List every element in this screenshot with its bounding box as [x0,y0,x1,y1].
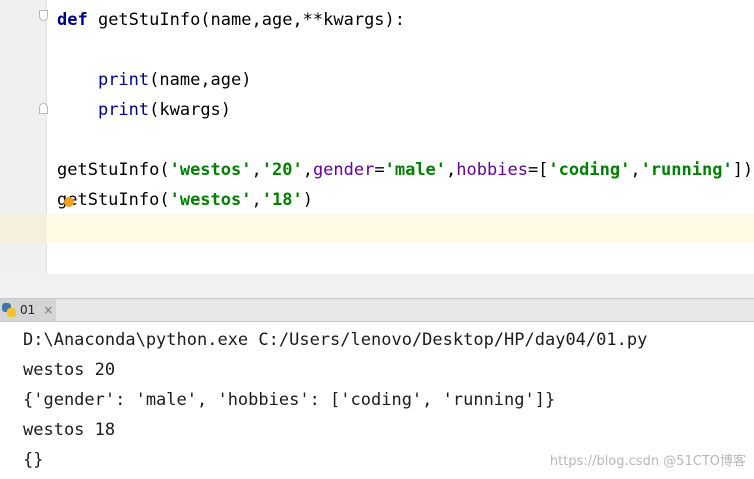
code-token-param: hobbies [456,160,528,180]
watermark: https://blog.csdn @51CTO博客 [549,454,746,469]
intention-bulb-icon[interactable] [64,197,74,207]
code-line[interactable]: print(kwargs) [57,100,231,120]
fold-end-icon[interactable] [39,103,48,114]
code-token-kw: def [57,10,88,30]
run-tab-01[interactable]: 01 × [0,299,56,321]
code-token-plain: , [302,160,313,180]
code-token-plain: = [374,160,385,180]
code-token-str: 'running' [640,160,733,180]
panel-separator [0,274,754,298]
code-token-plain: , [446,160,457,180]
code-line[interactable]: print(name,age) [57,70,252,90]
code-line[interactable]: getStuInfo('westos','18') [57,190,313,210]
close-icon[interactable]: × [43,303,53,317]
code-token-builtin: print [97,70,150,90]
code-token-str: '18' [261,190,303,210]
code-line[interactable]: getStuInfo('westos','20',gender='male',h… [57,160,753,180]
code-token-str: 'coding' [548,160,631,180]
run-tab-label: 01 [20,303,36,317]
code-token-plain: , [630,160,641,180]
code-token-plain: getStuInfo( [87,10,211,30]
code-token-builtin: print [97,100,150,120]
code-token-param: gender [312,160,375,180]
code-token-str: 'westos' [169,190,252,210]
code-token-plain: ) [302,190,313,210]
code-token-str: 'westos' [169,160,252,180]
code-token-plain: (kwargs) [149,100,232,120]
code-editor[interactable]: def getStuInfo(name,age,**kwargs): print… [0,0,754,274]
console-line: D:\Anaconda\python.exe C:/Users/lenovo/D… [23,330,648,350]
code-token-plain: ]) [732,160,754,180]
current-line-gutter [0,214,46,243]
code-token-str: '20' [261,160,303,180]
console-line: westos 18 [23,420,116,440]
code-token-plain: (name,age) [149,70,252,90]
code-token-plain: =[ [527,160,549,180]
console-line: westos 20 [23,360,116,380]
code-token-plain: , [251,190,262,210]
python-icon [2,303,16,317]
fold-start-icon[interactable] [39,10,48,21]
code-token-plain: , [251,160,262,180]
code-token-plain: name,age,**kwargs): [210,10,406,30]
code-token-str: 'male' [384,160,447,180]
code-line[interactable]: def getStuInfo(name,age,**kwargs): [57,10,405,30]
current-line-highlight [0,214,754,243]
console-line: {'gender': 'male', 'hobbies': ['coding',… [23,390,556,410]
console-line: {} [23,450,44,470]
code-token-plain: getStuInfo( [57,160,170,180]
run-tool-window-tabbar: 01 × [0,298,754,322]
